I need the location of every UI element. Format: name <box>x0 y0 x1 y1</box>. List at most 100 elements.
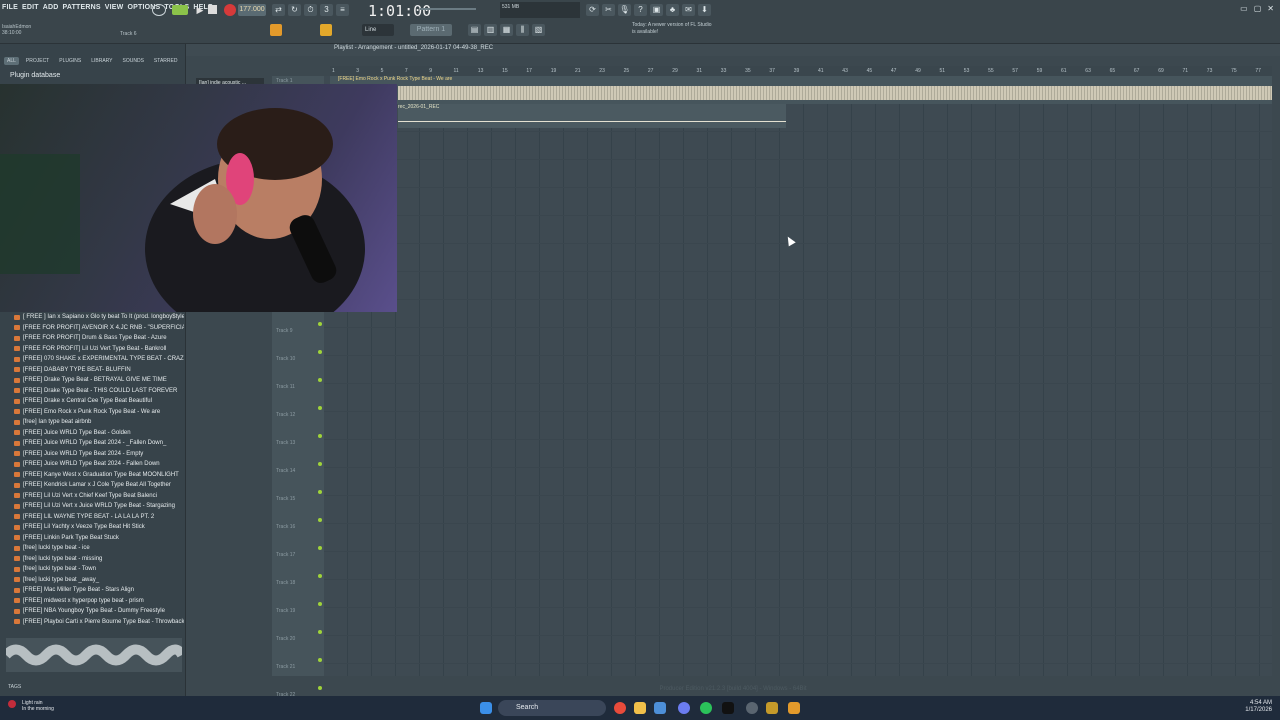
browser-file-item[interactable]: [ FREE ] Ian x Sapiano x Glo ty beat To … <box>14 312 184 323</box>
obs-icon[interactable] <box>746 702 758 714</box>
mic-icon[interactable]: 🎙 <box>618 4 631 16</box>
playlist-icon[interactable]: ▤ <box>468 24 481 36</box>
browser-file-item[interactable]: [free] Ian type beat airbnb <box>14 417 184 428</box>
track-label[interactable]: Track 18 <box>276 580 295 586</box>
browser-file-item[interactable]: [FREE] Juice WRLD Type Beat 2024 - _Fall… <box>14 438 184 449</box>
browser-file-item[interactable]: [FREE FOR PROFIT] AVENOIR X 4.JC RNB - "… <box>14 323 184 334</box>
pattern-selector[interactable]: Pattern 1 <box>410 24 452 36</box>
master-volume-slider[interactable] <box>420 8 476 10</box>
track-label[interactable]: Track 11 <box>276 384 295 390</box>
taskbar-search[interactable]: Search <box>498 700 606 716</box>
browser-file-item[interactable]: [FREE] NBA Youngboy Type Beat - Dummy Fr… <box>14 606 184 617</box>
track-mute-led[interactable] <box>318 574 322 578</box>
play-button[interactable]: ▶ <box>194 4 206 16</box>
waveform-preview[interactable] <box>2 638 187 672</box>
browser-icon[interactable]: ▧ <box>532 24 545 36</box>
browser-file-item[interactable]: [FREE] Mac Miller Type Beat - Stars Alig… <box>14 585 184 596</box>
tab-starred[interactable]: STARRED <box>151 57 181 65</box>
tab-plugins[interactable]: PLUGINS <box>56 57 84 65</box>
blend-icon[interactable]: ≡ <box>336 4 349 16</box>
channel-rack-icon[interactable]: ▦ <box>500 24 513 36</box>
audio-clip-recording[interactable]: rec_2026-01_REC <box>398 104 786 128</box>
track-label[interactable]: Track 10 <box>276 356 295 362</box>
tab-sounds[interactable]: SOUNDS <box>120 57 147 65</box>
browser-file-item[interactable]: [FREE] Kanye West x Graduation Type Beat… <box>14 470 184 481</box>
track-mute-led[interactable] <box>318 350 322 354</box>
browser-file-item[interactable]: [free] lucki type beat - missing <box>14 554 184 565</box>
menu-file[interactable]: FILE <box>2 4 18 16</box>
tab-all[interactable]: ALL <box>4 57 19 65</box>
browser-file-item[interactable]: [FREE] Drake x Central Cee Type Beat Bea… <box>14 396 184 407</box>
track-mute-led[interactable] <box>318 434 322 438</box>
plugin-icon[interactable]: ♣ <box>666 4 679 16</box>
track-mute-led[interactable] <box>318 322 322 326</box>
browser-file-item[interactable]: [FREE] midwest x hyperpop type beat - pr… <box>14 596 184 607</box>
maximize-icon[interactable]: ▢ <box>1254 4 1262 13</box>
track-label[interactable]: Track 21 <box>276 664 295 670</box>
loop-icon[interactable]: ↻ <box>288 4 301 16</box>
snap-icon[interactable] <box>270 24 282 36</box>
weather-widget[interactable]: Light rain In the morning <box>22 700 54 712</box>
track-mute-led[interactable] <box>318 630 322 634</box>
tags-label[interactable]: TAGS <box>8 684 21 690</box>
wait-icon[interactable]: ⏱ <box>304 4 317 16</box>
browser-folder-plugin-database[interactable]: Plugin database <box>10 72 60 79</box>
browser-file-item[interactable]: [FREE] Linkin Park Type Beat Stuck <box>14 533 184 544</box>
tab-library[interactable]: LIBRARY <box>88 57 115 65</box>
browser-file-item[interactable]: [FREE] Emo Rock x Punk Rock Type Beat - … <box>14 407 184 418</box>
update-notice[interactable]: Today: A newer version of FL Studio is a… <box>632 22 712 36</box>
browser-file-item[interactable]: [FREE] DABABY TYPE BEAT- BLUFFIN <box>14 365 184 376</box>
tempo-display[interactable]: 177.000 <box>238 4 266 16</box>
record-button[interactable] <box>224 4 236 16</box>
chrome-icon[interactable] <box>614 702 626 714</box>
browser-file-item[interactable]: [free] lucki type beat _away_ <box>14 575 184 586</box>
track-mute-led[interactable] <box>318 406 322 410</box>
browser-file-item[interactable]: [FREE] Juice WRLD Type Beat 2024 - Falle… <box>14 459 184 470</box>
track-mute-led[interactable] <box>318 518 322 522</box>
weather-icon[interactable] <box>8 700 16 708</box>
track-label[interactable]: Track 9 <box>276 328 292 334</box>
track-label[interactable]: Track 15 <box>276 496 295 502</box>
browser-file-item[interactable]: [FREE] Drake Type Beat - THIS COULD LAST… <box>14 386 184 397</box>
mail-icon[interactable] <box>654 702 666 714</box>
discord-icon[interactable] <box>678 702 690 714</box>
browser-file-item[interactable]: [FREE] Juice WRLD Type Beat - Golden <box>14 428 184 439</box>
browser-file-item[interactable]: [FREE] 070 SHAKE x EXPERIMENTAL TYPE BEA… <box>14 354 184 365</box>
browser-file-item[interactable]: [FREE] LIL WAYNE TYPE BEAT - LA LA LA PT… <box>14 512 184 523</box>
mixer-icon[interactable]: ⫼ <box>516 24 529 36</box>
tab-project[interactable]: PROJECT <box>23 57 52 65</box>
minimize-icon[interactable]: ▭ <box>1240 4 1248 13</box>
chat-icon[interactable]: ✉ <box>682 4 695 16</box>
browser-file-item[interactable]: [free] lucki type beat - ice <box>14 543 184 554</box>
metronome-icon[interactable] <box>152 4 166 16</box>
track-mute-led[interactable] <box>318 546 322 550</box>
draw-tool-icon[interactable] <box>320 24 332 36</box>
menu-patterns[interactable]: PATTERNS <box>62 4 100 16</box>
refresh-icon[interactable]: ⟳ <box>586 4 599 16</box>
browser-file-item[interactable]: [FREE] Lil Uzi Vert x Juice WRLD Type Be… <box>14 501 184 512</box>
track-mute-led[interactable] <box>318 658 322 662</box>
browser-file-item[interactable]: [FREE FOR PROFIT] Drum & Bass Type Beat … <box>14 333 184 344</box>
browser-file-item[interactable]: [FREE] Juice WRLD Type Beat 2024 - Empty <box>14 449 184 460</box>
track-label[interactable]: Track 20 <box>276 636 295 642</box>
close-icon[interactable]: ✕ <box>1267 4 1274 13</box>
browser-file-item[interactable]: [FREE FOR PROFIT] Lil Uzi Vert Type Beat… <box>14 344 184 355</box>
track-label[interactable]: Track 12 <box>276 412 295 418</box>
browser-file-item[interactable]: [FREE] Playboi Carti x Pierre Bourne Typ… <box>14 617 184 628</box>
track-label[interactable]: Track 16 <box>276 524 295 530</box>
browser-file-item[interactable]: [FREE] Drake Type Beat - BETRAYAL GIVE M… <box>14 375 184 386</box>
snap-select[interactable]: Line <box>362 24 394 36</box>
file-explorer-icon[interactable] <box>634 702 646 714</box>
cut-icon[interactable]: ✂ <box>602 4 615 16</box>
track-mute-led[interactable] <box>318 462 322 466</box>
app-icon[interactable] <box>766 702 778 714</box>
track-mute-led[interactable] <box>318 378 322 382</box>
piano-roll-icon[interactable]: ▥ <box>484 24 497 36</box>
countdown-icon[interactable]: 3 <box>320 4 333 16</box>
browser-file-item[interactable]: [FREE] Lil Yachty x Veeze Type Beat Hit … <box>14 522 184 533</box>
help-icon[interactable]: ? <box>634 4 647 16</box>
browser-file-item[interactable]: [FREE] Lil Uzi Vert x Chief Keef Type Be… <box>14 491 184 502</box>
track-label[interactable]: Track 19 <box>276 608 295 614</box>
timeline-ruler[interactable]: 1 3 5 7 9 11 13 15 17 19 21 23 25 27 29 31 33 35 37 39 41 43 4… <box>330 66 1272 76</box>
browser-file-item[interactable]: [free] lucki type beat - Town <box>14 564 184 575</box>
